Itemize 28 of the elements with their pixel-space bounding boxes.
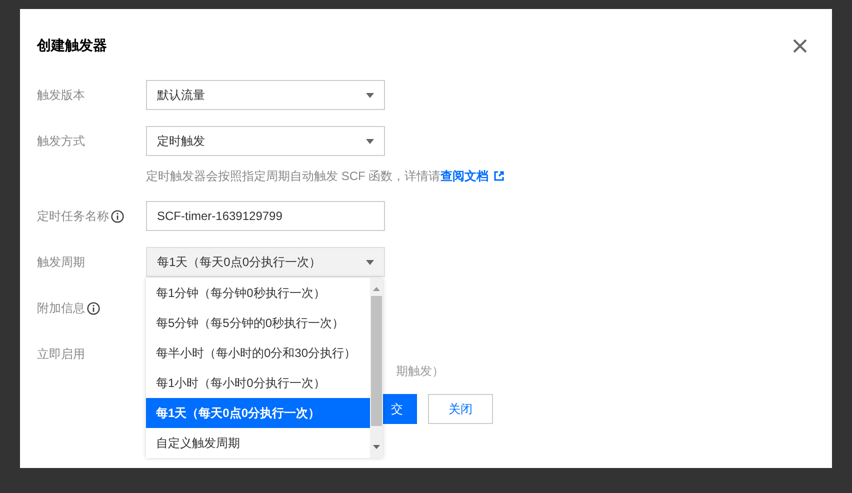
select-field[interactable]: 每1天（每天0点0分执行一次） [146,247,385,277]
select-field[interactable]: 定时触发 [146,126,385,156]
dropdown-option[interactable]: 每半小时（每小时的0分和30分执行） [146,338,370,368]
info-icon[interactable] [87,302,100,314]
caret-icon [366,92,374,98]
dropdown-option[interactable]: 每1分钟（每分钟0秒执行一次） [146,278,370,308]
field-label: 立即启用 [37,346,85,362]
dropdown-option[interactable]: 每1小时（每小时0分执行一次） [146,368,370,398]
dropdown-option[interactable]: 自定义触发周期 [146,428,370,458]
close-icon[interactable] [793,39,807,53]
select-field[interactable]: 默认流量 [146,80,385,110]
external-link-icon[interactable] [494,171,504,181]
option-note: 期触发） [396,364,444,378]
caret-icon [366,260,374,264]
caret-icon [366,138,374,144]
close-button[interactable]: 关闭 [428,394,493,424]
dropdown-option[interactable]: 每1天（每天0点0分执行一次） [146,398,370,428]
dialog-title: 创建触发器 [37,37,107,55]
info-icon[interactable] [111,210,124,222]
field-label: 附加信息 [37,300,85,316]
input-field[interactable]: SCF-timer-1639129799 [146,201,385,231]
dropdown-option[interactable]: 每5分钟（每5分钟的0秒执行一次） [146,308,370,338]
field-label: 触发周期 [37,254,85,270]
field-label: 触发版本 [37,86,85,104]
help-text: 定时触发器会按照指定周期自动触发 SCF 函数，详情请查阅文档 [146,168,504,185]
field-label: 定时任务名称 [37,208,109,224]
field-label: 触发方式 [37,132,85,150]
docs-link[interactable]: 查阅文档 [440,169,489,183]
